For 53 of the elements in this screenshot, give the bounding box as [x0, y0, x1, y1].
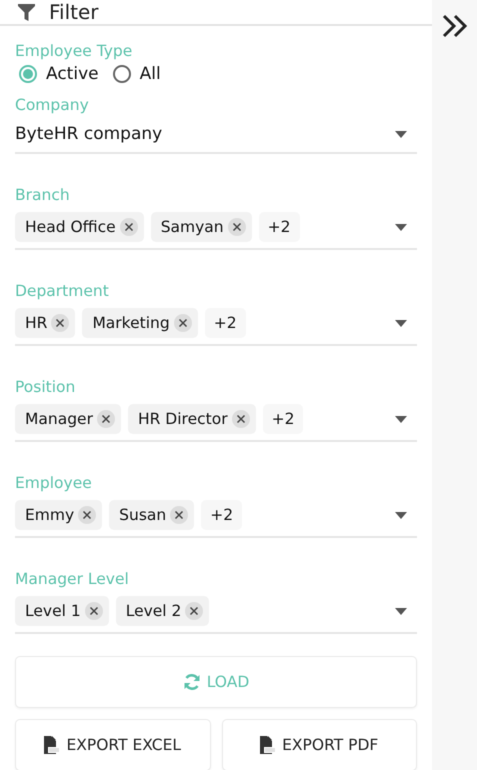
more-count: +2 [204, 308, 246, 338]
field-label: Employee Type [15, 41, 134, 62]
radio-option[interactable]: All [112, 64, 161, 84]
chip-label: Marketing [92, 314, 170, 332]
filter-icon [18, 4, 35, 20]
field-label: Position [15, 377, 76, 398]
multi-select-field[interactable]: Emmy Susan +2 [15, 494, 417, 538]
more-count: +2 [201, 500, 242, 530]
chip-label: Susan [119, 506, 166, 524]
dropdown-caret-icon[interactable] [395, 416, 407, 422]
field-label: Department [15, 281, 110, 302]
file-icon [260, 736, 276, 754]
radio-option[interactable]: Active [19, 64, 99, 84]
multi-select-field[interactable]: Manager HR Director +2 [15, 398, 417, 442]
chip-label: HR Director [138, 410, 228, 428]
panel-title: Filter [49, 0, 99, 24]
dropdown-caret-icon[interactable] [395, 320, 407, 326]
chip-label: Level 2 [126, 602, 182, 620]
remove-icon[interactable] [232, 410, 250, 428]
chip-label: Samyan [160, 218, 224, 236]
remove-icon[interactable] [120, 218, 138, 236]
expand-icon[interactable] [442, 14, 468, 38]
remove-icon[interactable] [96, 410, 115, 428]
chip-label: Head Office [25, 218, 116, 236]
remove-icon[interactable] [185, 602, 204, 620]
remove-icon[interactable] [51, 314, 70, 332]
file-icon [44, 736, 60, 754]
chip-label: Manager [25, 410, 93, 428]
multi-select-field[interactable]: Head Office Samyan +2 [15, 206, 417, 250]
remove-icon[interactable] [78, 506, 96, 524]
multi-select-field[interactable]: Level 1 Level 2 [15, 590, 417, 634]
field-label: Company [15, 95, 90, 116]
multi-select-field[interactable]: HR Marketing +2 [15, 302, 417, 346]
remove-icon[interactable] [228, 218, 246, 236]
remove-icon[interactable] [174, 314, 192, 332]
remove-icon[interactable] [84, 602, 103, 620]
field-label: Employee [15, 473, 93, 494]
export-excel-button[interactable]: EXPORT EXCEL [15, 719, 210, 770]
field-label: Manager Level [15, 569, 130, 590]
refresh-icon [182, 673, 201, 691]
chip-label: Emmy [25, 506, 74, 524]
field-label: Branch [15, 185, 71, 206]
more-count: +2 [262, 404, 304, 434]
dropdown-caret-icon[interactable] [395, 608, 407, 614]
select-field[interactable]: ByteHR company [15, 116, 417, 154]
remove-icon[interactable] [170, 506, 188, 524]
more-count: +2 [258, 212, 300, 242]
chip-label: HR [25, 314, 48, 332]
chip-label: Level 1 [25, 602, 81, 620]
dropdown-caret-icon[interactable] [395, 512, 407, 518]
dropdown-caret-icon[interactable] [395, 130, 407, 138]
export-pdf-button[interactable]: EXPORT PDF [222, 719, 417, 770]
dropdown-caret-icon[interactable] [395, 224, 407, 230]
